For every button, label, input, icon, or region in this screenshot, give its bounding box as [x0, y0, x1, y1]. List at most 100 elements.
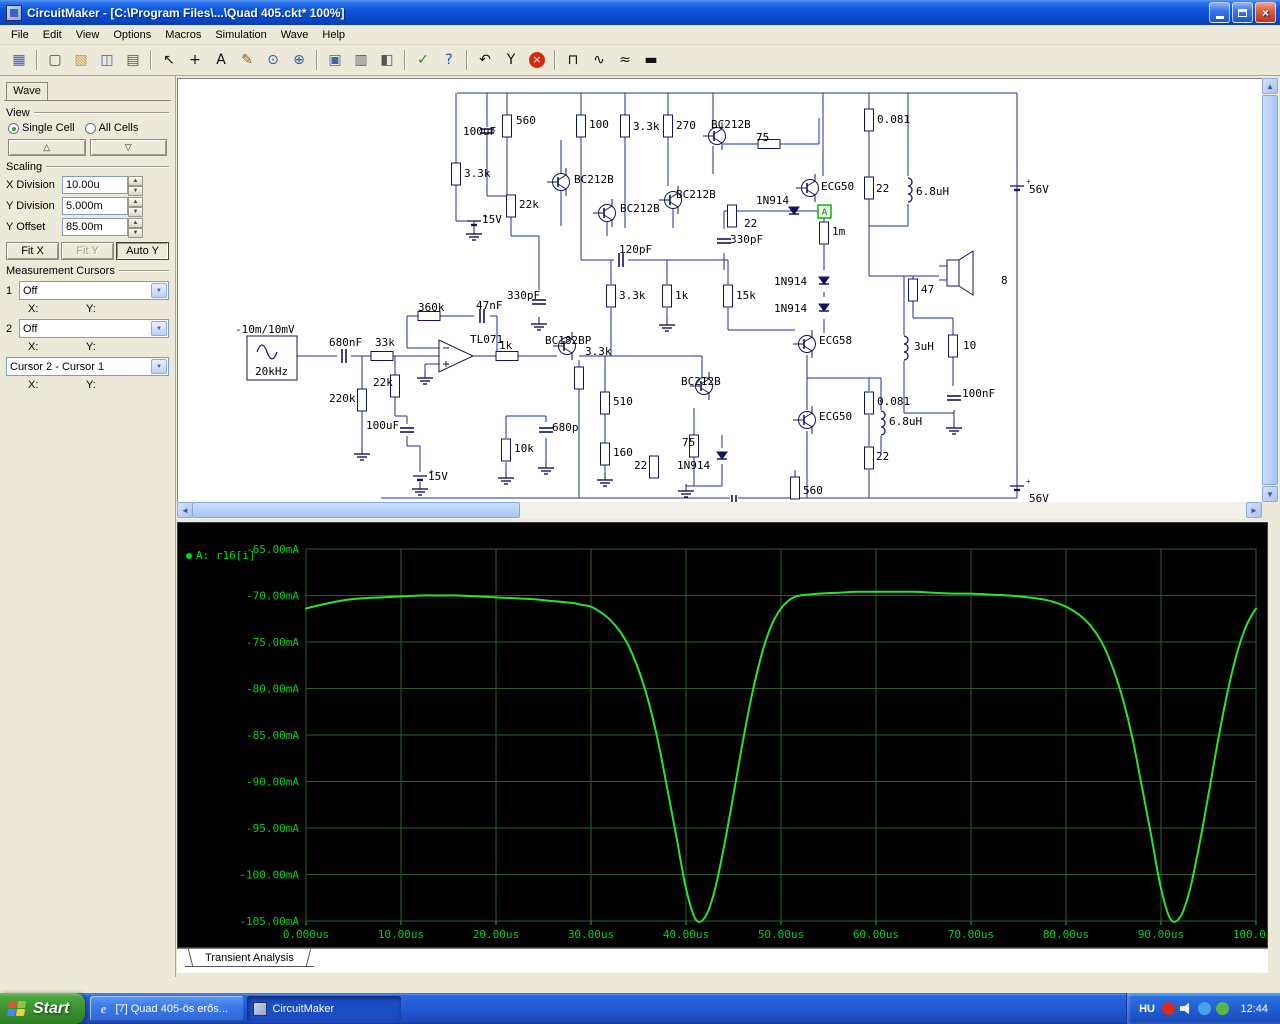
- component-label[interactable]: BC212B: [711, 118, 751, 131]
- resistor[interactable]: [370, 351, 394, 361]
- edit-tool-button[interactable]: ✎: [235, 48, 259, 72]
- task-button-browser[interactable]: e [7] Quad 405-ös erős...: [90, 996, 245, 1021]
- chevron-down-icon[interactable]: ▼: [151, 359, 167, 374]
- component-label[interactable]: 510: [613, 395, 633, 408]
- diode[interactable]: [818, 303, 830, 312]
- component-label[interactable]: 1N914: [774, 275, 807, 288]
- zoom-select-tool-button[interactable]: ⊕: [287, 48, 311, 72]
- split-view-button[interactable]: ◧: [375, 48, 399, 72]
- vertical-scrollbar[interactable]: ▲ ▼: [1262, 78, 1279, 502]
- component-label[interactable]: 1k: [675, 289, 689, 302]
- component-label[interactable]: 15k: [736, 289, 756, 302]
- component-label[interactable]: 3.3k: [619, 289, 646, 302]
- spin-up-icon[interactable]: ▲: [128, 218, 143, 228]
- menu-edit[interactable]: Edit: [36, 27, 69, 43]
- component-label[interactable]: 1m: [832, 225, 846, 238]
- component-label[interactable]: 680p: [552, 421, 579, 434]
- resistor[interactable]: [948, 334, 958, 358]
- scroll-right-icon[interactable]: ►: [1246, 502, 1262, 518]
- resistor[interactable]: [662, 284, 672, 308]
- component-label[interactable]: 1N914: [774, 302, 807, 315]
- component-label[interactable]: 3.3k: [464, 167, 491, 180]
- spin-up-icon[interactable]: ▲: [128, 197, 143, 207]
- diode[interactable]: [716, 451, 728, 460]
- waveform-panel[interactable]: -65.00mA -70.00mA -75.00mA -80.00mA -85.00mA…: [177, 522, 1279, 948]
- task-button-circuitmaker[interactable]: CircuitMaker: [247, 996, 402, 1021]
- resistor[interactable]: [864, 446, 874, 470]
- tab-transient-analysis[interactable]: Transient Analysis: [185, 949, 314, 967]
- resistor[interactable]: [620, 114, 630, 138]
- component-label[interactable]: 47: [921, 283, 934, 296]
- resistor[interactable]: [506, 194, 516, 218]
- wire-tool-button[interactable]: +: [183, 48, 207, 72]
- inductor[interactable]: [907, 177, 913, 203]
- component-label[interactable]: 3uH: [914, 340, 934, 353]
- x-division-input[interactable]: [62, 176, 128, 194]
- component-label[interactable]: 10: [963, 339, 976, 352]
- component-label[interactable]: 15V: [482, 213, 502, 226]
- menu-view[interactable]: View: [69, 27, 107, 43]
- component-label[interactable]: 75: [682, 436, 695, 449]
- resistor[interactable]: [723, 284, 733, 308]
- component-label[interactable]: 10k: [514, 442, 534, 455]
- save-file-button[interactable]: ◫: [95, 48, 119, 72]
- stop-simulation-button[interactable]: ×: [525, 48, 549, 72]
- component-label[interactable]: 33k: [375, 336, 395, 349]
- speaker[interactable]: [946, 259, 960, 287]
- text-tool-button[interactable]: A: [209, 48, 233, 72]
- component-label[interactable]: 270: [676, 119, 696, 132]
- menu-file[interactable]: File: [4, 27, 36, 43]
- component-label[interactable]: 120pF: [619, 243, 652, 256]
- component-label[interactable]: 100uF: [366, 419, 399, 432]
- component-label[interactable]: 47nF: [476, 299, 503, 312]
- component-label[interactable]: 1N914: [756, 194, 789, 207]
- resistor[interactable]: [357, 388, 367, 412]
- select-tool-button[interactable]: ↖: [157, 48, 181, 72]
- component-label[interactable]: 3.3k: [585, 345, 612, 358]
- component-label[interactable]: 20kHz: [255, 365, 288, 378]
- resistor[interactable]: [727, 204, 737, 228]
- spin-down-icon[interactable]: ▼: [128, 186, 143, 196]
- resistor[interactable]: [502, 114, 512, 138]
- component-label[interactable]: 56V: [1029, 183, 1049, 196]
- auto-y-button[interactable]: Auto Y: [116, 242, 169, 260]
- component-label[interactable]: 0.081: [877, 395, 910, 408]
- language-indicator[interactable]: HU: [1139, 1003, 1155, 1015]
- component-label[interactable]: ECG50: [819, 410, 852, 423]
- inductor[interactable]: [903, 335, 909, 361]
- restore-button[interactable]: [1232, 2, 1253, 23]
- antivirus-icon[interactable]: [1162, 1002, 1175, 1015]
- horizontal-scroll-thumb[interactable]: [192, 502, 520, 518]
- resistor[interactable]: [495, 351, 519, 361]
- menu-help[interactable]: Help: [315, 27, 352, 43]
- component-label[interactable]: BC212B: [676, 188, 716, 201]
- menu-wave[interactable]: Wave: [274, 27, 316, 43]
- open-file-button[interactable]: ▧: [69, 48, 93, 72]
- component-label[interactable]: 75: [756, 131, 769, 144]
- help-tool-button[interactable]: ?: [437, 48, 461, 72]
- component-label[interactable]: 560: [803, 484, 823, 497]
- component-label[interactable]: 160: [613, 446, 633, 459]
- resistor[interactable]: [864, 176, 874, 200]
- component-label[interactable]: 22: [876, 182, 889, 195]
- component-label[interactable]: BC212B: [620, 202, 660, 215]
- component-label[interactable]: 22: [876, 450, 889, 463]
- component-label[interactable]: BC212B: [574, 173, 614, 186]
- resistor[interactable]: [574, 366, 584, 390]
- scroll-down-icon[interactable]: ▼: [1262, 486, 1278, 502]
- reset-simulation-button[interactable]: ↶: [473, 48, 497, 72]
- cursor-diff-select[interactable]: Cursor 2 - Cursor 1 ▼: [6, 357, 169, 376]
- component-label[interactable]: ECG58: [819, 334, 852, 347]
- start-button[interactable]: Start: [0, 993, 86, 1024]
- component-label[interactable]: 22k: [373, 376, 393, 389]
- horizontal-scrollbar[interactable]: ◄ ►: [177, 502, 1262, 519]
- component-label[interactable]: 100nF: [962, 387, 995, 400]
- menu-simulation[interactable]: Simulation: [208, 27, 273, 43]
- component-label[interactable]: 22: [744, 217, 757, 230]
- resistor[interactable]: [600, 391, 610, 415]
- fit-x-button[interactable]: Fit X: [6, 242, 59, 260]
- component-label[interactable]: 360k: [418, 301, 445, 314]
- component-label[interactable]: 22: [634, 459, 647, 472]
- signal-display-button[interactable]: ▬: [639, 48, 663, 72]
- component-label[interactable]: 3.3k: [633, 120, 660, 133]
